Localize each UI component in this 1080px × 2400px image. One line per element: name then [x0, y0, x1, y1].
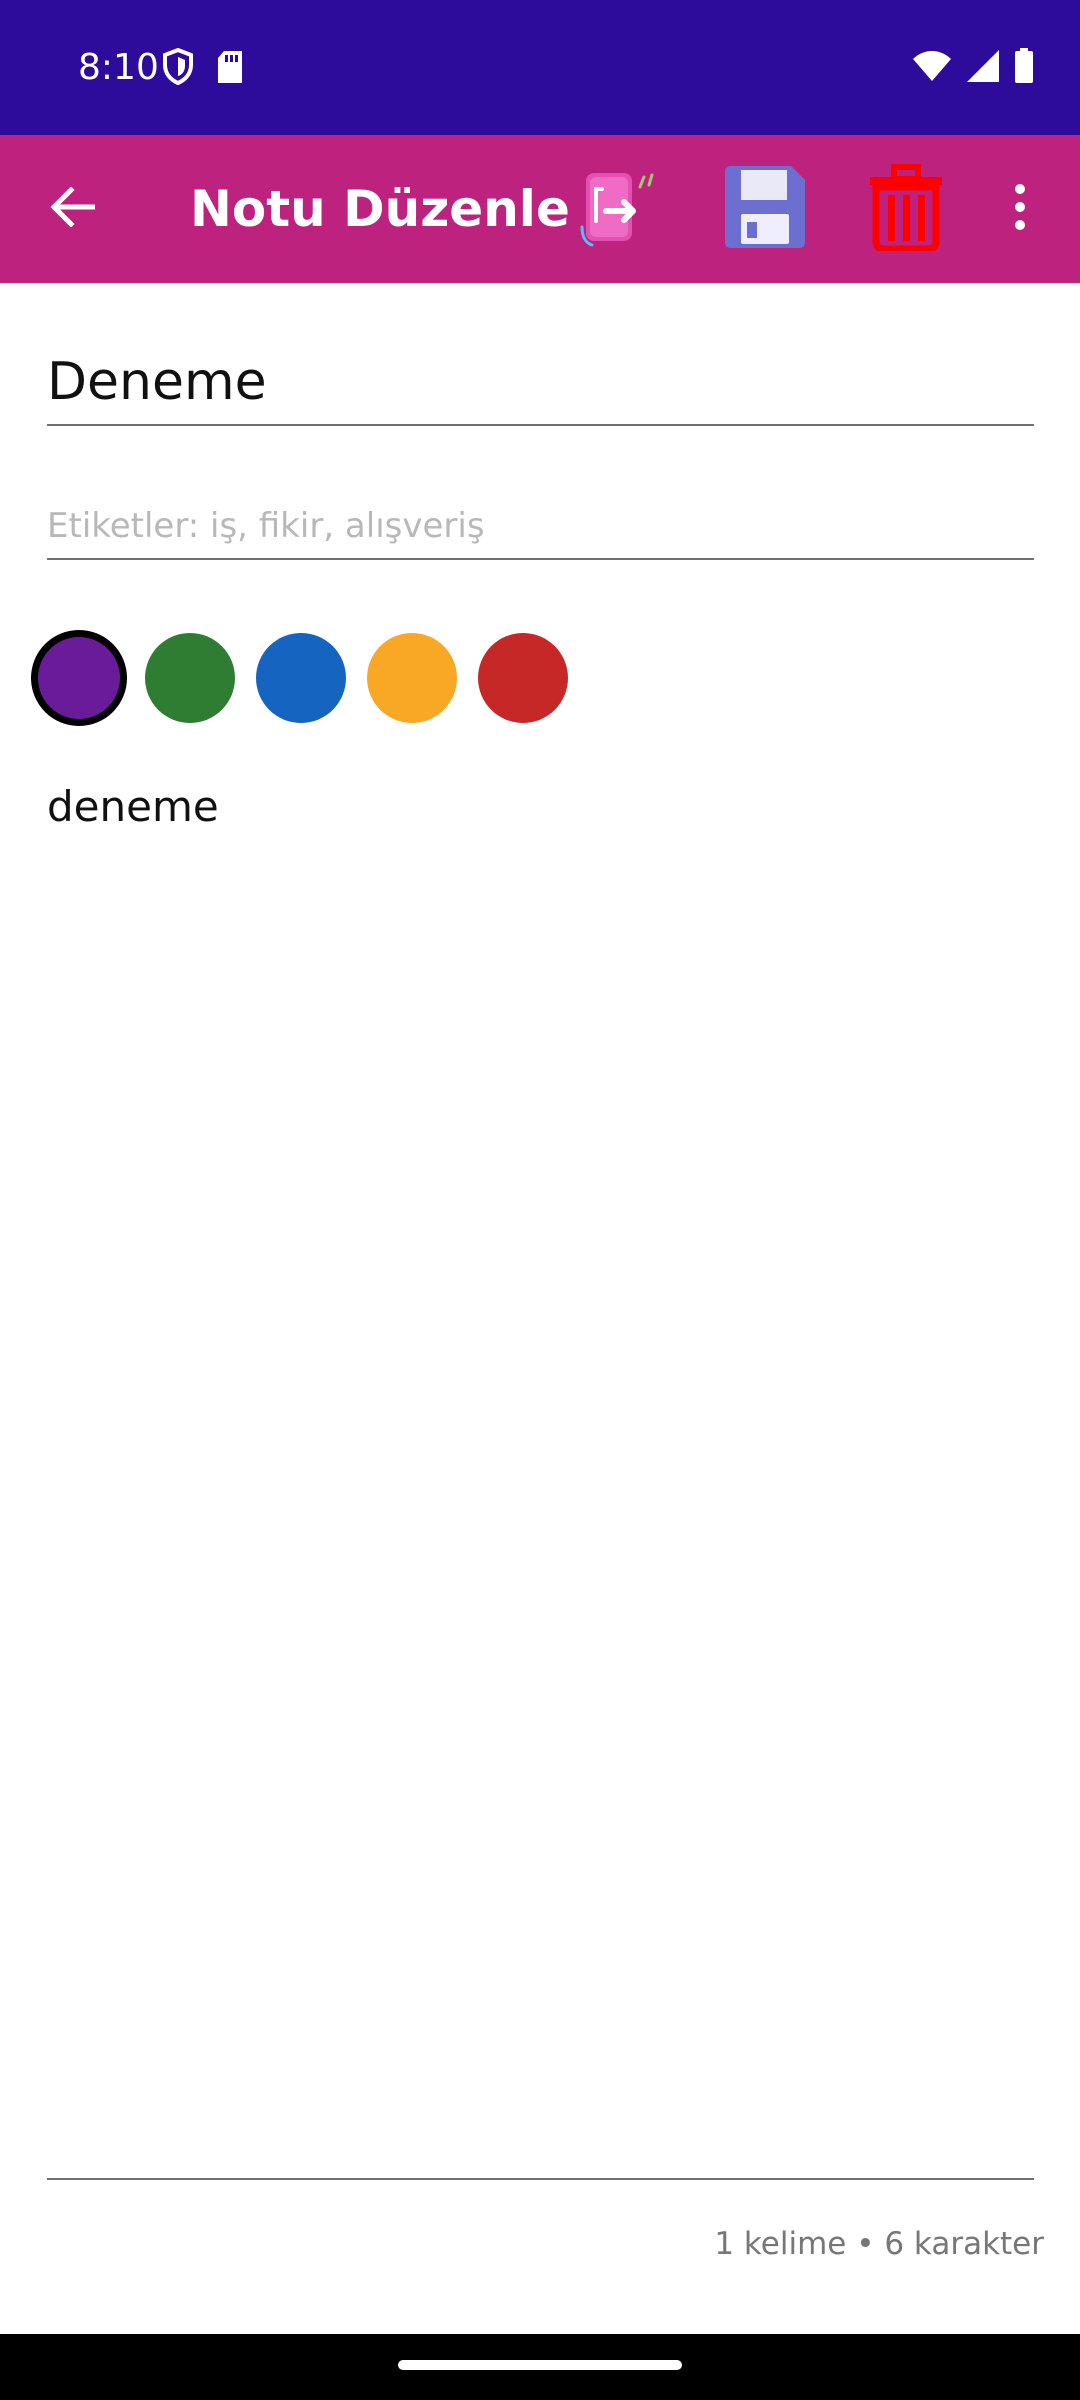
app-bar: Notu Düzenle [0, 135, 1080, 283]
color-swatch-blue[interactable] [256, 633, 346, 723]
note-title-input[interactable] [47, 340, 1034, 426]
home-gesture-handle[interactable] [398, 2360, 682, 2370]
color-picker [31, 630, 589, 726]
color-swatch-red[interactable] [478, 633, 568, 723]
more-vert-icon [1012, 183, 1028, 235]
color-swatch-purple[interactable] [31, 630, 127, 726]
word-count-label: 1 kelime • 6 karakter [714, 2226, 1044, 2262]
shield-icon [162, 47, 194, 90]
battery-icon [1014, 48, 1034, 88]
signal-icon [966, 49, 1000, 87]
export-icon [576, 165, 660, 253]
status-bar: 8:10 [0, 0, 1080, 135]
export-button[interactable] [570, 161, 666, 257]
more-options-button[interactable] [990, 161, 1050, 257]
save-button[interactable] [716, 161, 812, 257]
save-icon [721, 164, 807, 254]
sd-card-icon [216, 50, 244, 88]
page-title: Notu Düzenle [190, 180, 570, 238]
tags-input[interactable] [47, 494, 1034, 560]
status-time: 8:10 [78, 47, 159, 88]
back-arrow-icon [49, 186, 96, 231]
back-button[interactable] [36, 173, 108, 245]
wifi-icon [912, 50, 952, 86]
color-swatch-green[interactable] [145, 633, 235, 723]
note-body-input[interactable]: deneme [47, 770, 1034, 2180]
delete-button[interactable] [858, 161, 954, 257]
color-swatch-orange[interactable] [367, 633, 457, 723]
trash-icon [866, 163, 946, 255]
